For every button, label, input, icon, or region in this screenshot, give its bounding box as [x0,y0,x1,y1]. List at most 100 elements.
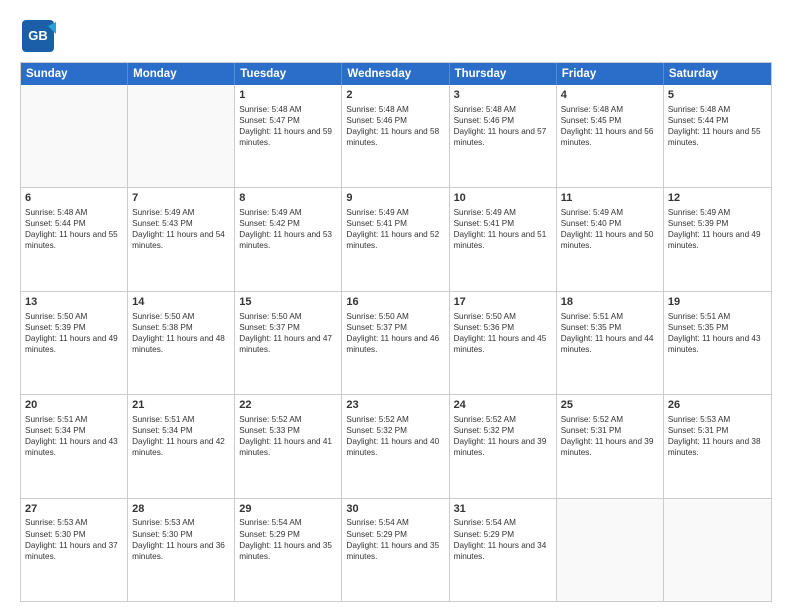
header-day-friday: Friday [557,63,664,85]
cell-details: Sunrise: 5:49 AMSunset: 5:40 PMDaylight:… [561,207,659,251]
day-number: 27 [25,502,123,517]
calendar-cell-17: 17Sunrise: 5:50 AMSunset: 5:36 PMDayligh… [450,292,557,394]
day-number: 31 [454,502,552,517]
cell-details: Sunrise: 5:54 AMSunset: 5:29 PMDaylight:… [239,517,337,561]
calendar-body: 1Sunrise: 5:48 AMSunset: 5:47 PMDaylight… [21,85,771,601]
calendar-cell-24: 24Sunrise: 5:52 AMSunset: 5:32 PMDayligh… [450,395,557,497]
day-number: 11 [561,191,659,206]
cell-details: Sunrise: 5:54 AMSunset: 5:29 PMDaylight:… [346,517,444,561]
calendar-cell-empty [128,85,235,187]
calendar-cell-5: 5Sunrise: 5:48 AMSunset: 5:44 PMDaylight… [664,85,771,187]
cell-details: Sunrise: 5:48 AMSunset: 5:47 PMDaylight:… [239,104,337,148]
cell-details: Sunrise: 5:49 AMSunset: 5:43 PMDaylight:… [132,207,230,251]
calendar-row-4: 27Sunrise: 5:53 AMSunset: 5:30 PMDayligh… [21,498,771,601]
day-number: 7 [132,191,230,206]
day-number: 3 [454,88,552,103]
calendar-cell-11: 11Sunrise: 5:49 AMSunset: 5:40 PMDayligh… [557,188,664,290]
calendar-cell-15: 15Sunrise: 5:50 AMSunset: 5:37 PMDayligh… [235,292,342,394]
calendar-cell-29: 29Sunrise: 5:54 AMSunset: 5:29 PMDayligh… [235,499,342,601]
calendar-cell-3: 3Sunrise: 5:48 AMSunset: 5:46 PMDaylight… [450,85,557,187]
day-number: 29 [239,502,337,517]
cell-details: Sunrise: 5:50 AMSunset: 5:36 PMDaylight:… [454,311,552,355]
day-number: 12 [668,191,767,206]
header-day-sunday: Sunday [21,63,128,85]
calendar-cell-empty [557,499,664,601]
calendar-cell-14: 14Sunrise: 5:50 AMSunset: 5:38 PMDayligh… [128,292,235,394]
logo: GB [20,18,60,54]
day-number: 25 [561,398,659,413]
cell-details: Sunrise: 5:51 AMSunset: 5:34 PMDaylight:… [132,414,230,458]
cell-details: Sunrise: 5:53 AMSunset: 5:30 PMDaylight:… [25,517,123,561]
calendar-row-0: 1Sunrise: 5:48 AMSunset: 5:47 PMDaylight… [21,85,771,187]
header-day-saturday: Saturday [664,63,771,85]
calendar-cell-31: 31Sunrise: 5:54 AMSunset: 5:29 PMDayligh… [450,499,557,601]
calendar-row-1: 6Sunrise: 5:48 AMSunset: 5:44 PMDaylight… [21,187,771,290]
calendar-cell-27: 27Sunrise: 5:53 AMSunset: 5:30 PMDayligh… [21,499,128,601]
day-number: 5 [668,88,767,103]
cell-details: Sunrise: 5:49 AMSunset: 5:42 PMDaylight:… [239,207,337,251]
page: GB SundayMondayTuesdayWednesdayThursdayF… [0,0,792,612]
cell-details: Sunrise: 5:51 AMSunset: 5:35 PMDaylight:… [668,311,767,355]
day-number: 19 [668,295,767,310]
calendar: SundayMondayTuesdayWednesdayThursdayFrid… [20,62,772,602]
day-number: 26 [668,398,767,413]
cell-details: Sunrise: 5:48 AMSunset: 5:45 PMDaylight:… [561,104,659,148]
cell-details: Sunrise: 5:50 AMSunset: 5:37 PMDaylight:… [239,311,337,355]
header-day-thursday: Thursday [450,63,557,85]
calendar-cell-21: 21Sunrise: 5:51 AMSunset: 5:34 PMDayligh… [128,395,235,497]
calendar-cell-8: 8Sunrise: 5:49 AMSunset: 5:42 PMDaylight… [235,188,342,290]
day-number: 4 [561,88,659,103]
day-number: 22 [239,398,337,413]
cell-details: Sunrise: 5:52 AMSunset: 5:33 PMDaylight:… [239,414,337,458]
calendar-cell-18: 18Sunrise: 5:51 AMSunset: 5:35 PMDayligh… [557,292,664,394]
day-number: 20 [25,398,123,413]
header: GB [20,18,772,54]
calendar-cell-9: 9Sunrise: 5:49 AMSunset: 5:41 PMDaylight… [342,188,449,290]
cell-details: Sunrise: 5:50 AMSunset: 5:38 PMDaylight:… [132,311,230,355]
cell-details: Sunrise: 5:48 AMSunset: 5:44 PMDaylight:… [668,104,767,148]
calendar-cell-10: 10Sunrise: 5:49 AMSunset: 5:41 PMDayligh… [450,188,557,290]
day-number: 1 [239,88,337,103]
calendar-cell-25: 25Sunrise: 5:52 AMSunset: 5:31 PMDayligh… [557,395,664,497]
calendar-cell-empty [664,499,771,601]
calendar-cell-4: 4Sunrise: 5:48 AMSunset: 5:45 PMDaylight… [557,85,664,187]
cell-details: Sunrise: 5:53 AMSunset: 5:31 PMDaylight:… [668,414,767,458]
cell-details: Sunrise: 5:51 AMSunset: 5:35 PMDaylight:… [561,311,659,355]
cell-details: Sunrise: 5:49 AMSunset: 5:39 PMDaylight:… [668,207,767,251]
day-number: 8 [239,191,337,206]
day-number: 24 [454,398,552,413]
calendar-cell-13: 13Sunrise: 5:50 AMSunset: 5:39 PMDayligh… [21,292,128,394]
svg-text:GB: GB [28,28,48,43]
calendar-row-3: 20Sunrise: 5:51 AMSunset: 5:34 PMDayligh… [21,394,771,497]
cell-details: Sunrise: 5:50 AMSunset: 5:37 PMDaylight:… [346,311,444,355]
day-number: 15 [239,295,337,310]
logo-icon: GB [20,18,56,54]
cell-details: Sunrise: 5:48 AMSunset: 5:46 PMDaylight:… [346,104,444,148]
cell-details: Sunrise: 5:52 AMSunset: 5:32 PMDaylight:… [454,414,552,458]
cell-details: Sunrise: 5:48 AMSunset: 5:44 PMDaylight:… [25,207,123,251]
calendar-cell-23: 23Sunrise: 5:52 AMSunset: 5:32 PMDayligh… [342,395,449,497]
day-number: 16 [346,295,444,310]
cell-details: Sunrise: 5:51 AMSunset: 5:34 PMDaylight:… [25,414,123,458]
calendar-cell-16: 16Sunrise: 5:50 AMSunset: 5:37 PMDayligh… [342,292,449,394]
cell-details: Sunrise: 5:52 AMSunset: 5:31 PMDaylight:… [561,414,659,458]
day-number: 9 [346,191,444,206]
header-day-tuesday: Tuesday [235,63,342,85]
calendar-cell-1: 1Sunrise: 5:48 AMSunset: 5:47 PMDaylight… [235,85,342,187]
cell-details: Sunrise: 5:49 AMSunset: 5:41 PMDaylight:… [346,207,444,251]
calendar-cell-22: 22Sunrise: 5:52 AMSunset: 5:33 PMDayligh… [235,395,342,497]
header-day-monday: Monday [128,63,235,85]
day-number: 10 [454,191,552,206]
cell-details: Sunrise: 5:53 AMSunset: 5:30 PMDaylight:… [132,517,230,561]
calendar-cell-26: 26Sunrise: 5:53 AMSunset: 5:31 PMDayligh… [664,395,771,497]
day-number: 23 [346,398,444,413]
cell-details: Sunrise: 5:50 AMSunset: 5:39 PMDaylight:… [25,311,123,355]
day-number: 17 [454,295,552,310]
day-number: 2 [346,88,444,103]
day-number: 6 [25,191,123,206]
calendar-cell-19: 19Sunrise: 5:51 AMSunset: 5:35 PMDayligh… [664,292,771,394]
cell-details: Sunrise: 5:48 AMSunset: 5:46 PMDaylight:… [454,104,552,148]
calendar-cell-2: 2Sunrise: 5:48 AMSunset: 5:46 PMDaylight… [342,85,449,187]
header-day-wednesday: Wednesday [342,63,449,85]
calendar-cell-20: 20Sunrise: 5:51 AMSunset: 5:34 PMDayligh… [21,395,128,497]
